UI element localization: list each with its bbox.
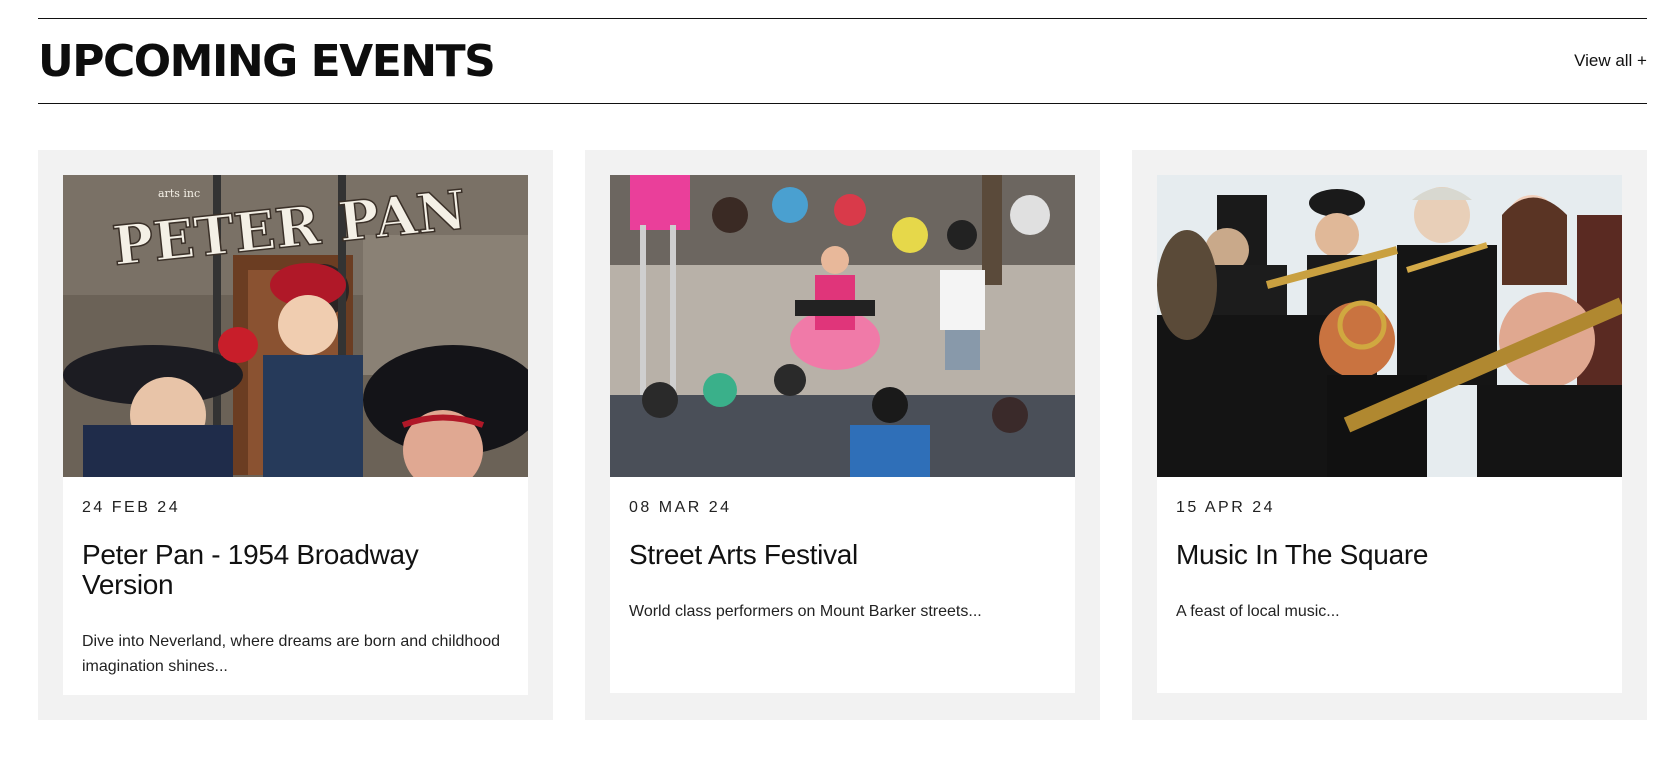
upcoming-events-section: UPCOMING EVENTS View all + PETER PAN art… [38,0,1647,768]
event-image-street-arts[interactable] [610,175,1075,477]
event-card[interactable]: 15 APR 24 Music In The Square A feast of… [1132,150,1647,720]
event-description: World class performers on Mount Barker s… [629,603,982,620]
event-card[interactable]: PETER PAN arts inc 24 FEB 24 Peter Pan -… [38,150,553,720]
svg-text:arts inc: arts inc [158,187,200,200]
street-arts-photo [610,175,1075,477]
event-cards: PETER PAN arts inc 24 FEB 24 Peter Pan -… [38,150,1647,720]
event-title[interactable]: Street Arts Festival [629,540,1059,570]
event-card-body: 08 MAR 24 Street Arts Festival World cla… [610,175,1075,693]
event-image-peter-pan[interactable]: PETER PAN arts inc [63,175,528,477]
event-title[interactable]: Music In The Square [1176,540,1606,570]
top-divider [38,18,1647,19]
event-card[interactable]: 08 MAR 24 Street Arts Festival World cla… [585,150,1100,720]
event-date: 15 APR 24 [1176,499,1275,516]
section-title: UPCOMING EVENTS [38,36,496,87]
event-description: Dive into Neverland, where dreams are bo… [82,633,501,675]
event-date: 08 MAR 24 [629,499,732,516]
event-card-body: PETER PAN arts inc 24 FEB 24 Peter Pan -… [63,175,528,695]
event-date: 24 FEB 24 [82,499,181,516]
view-all-link[interactable]: View all + [1574,50,1647,72]
event-description: A feast of local music... [1176,603,1340,620]
music-square-photo [1157,175,1622,477]
event-card-body: 15 APR 24 Music In The Square A feast of… [1157,175,1622,693]
event-image-music-square[interactable] [1157,175,1622,477]
event-title[interactable]: Peter Pan - 1954 Broadway Version [82,540,512,600]
bottom-divider [38,103,1647,104]
peter-pan-photo: PETER PAN arts inc [63,175,528,477]
